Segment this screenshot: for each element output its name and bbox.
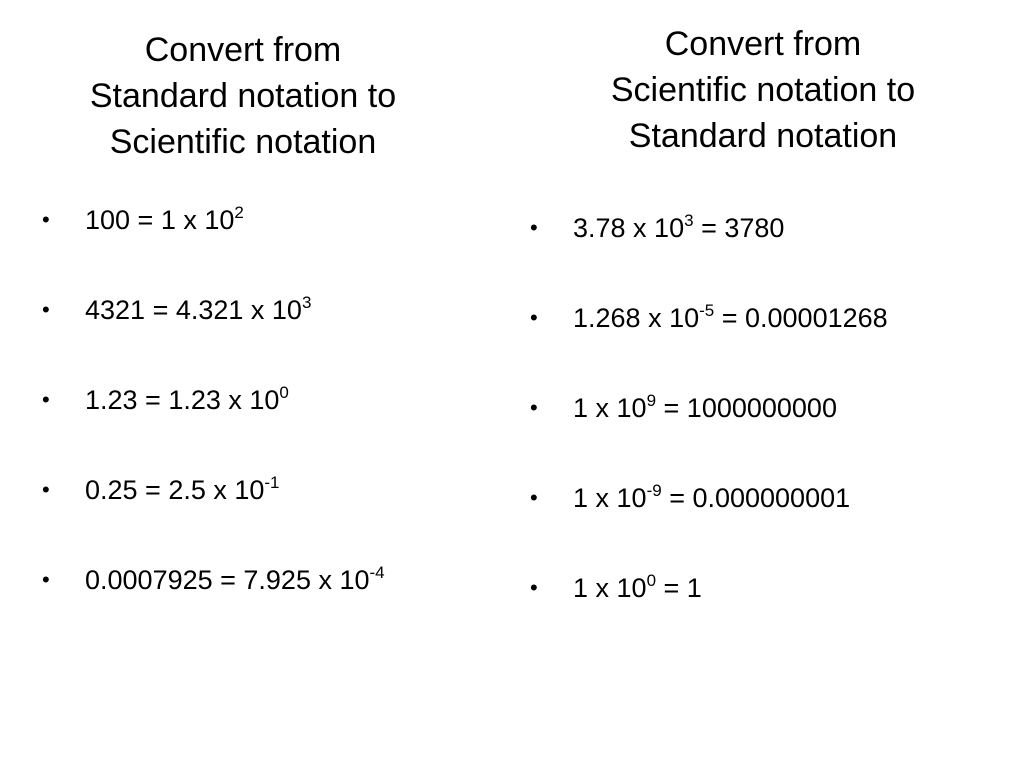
exponent: 3 (301, 293, 312, 312)
equation-base: 3.78 x 10 (573, 213, 685, 243)
exponent: -9 (646, 481, 662, 500)
equation-base: 0.25 = 2.5 x 10 (85, 475, 265, 505)
equation: 1.23 = 1.23 x 100 (85, 380, 289, 420)
exponent: -5 (699, 301, 715, 320)
equation: 3.78 x 103 = 3780 (573, 208, 784, 248)
exponent: 9 (646, 391, 657, 410)
equation: 0.0007925 = 7.925 x 10-4 (85, 560, 385, 600)
equation: 1 x 109 = 1000000000 (573, 388, 837, 428)
equation-base: 1 x 10 (573, 573, 647, 603)
equation-base: 4321 = 4.321 x 10 (85, 295, 302, 325)
equation-result: = 3780 (693, 213, 785, 243)
equation-base: 1.23 = 1.23 x 10 (85, 385, 280, 415)
exponent: -1 (264, 473, 280, 492)
left-heading-line: Scientific notation (109, 123, 377, 161)
equation-result: = 1000000000 (656, 393, 837, 423)
right-heading: Convert from Scientific notation to Stan… (512, 21, 1014, 159)
equation: 0.25 = 2.5 x 10-1 (85, 470, 280, 510)
equation: 1 x 100 = 1 (573, 568, 702, 608)
equation-result: = 1 (656, 573, 702, 603)
equation-base: 1 x 10 (573, 393, 647, 423)
right-heading-line: Convert from (664, 25, 862, 63)
equation-base: 0.0007925 = 7.925 x 10 (85, 565, 370, 595)
exponent: 3 (684, 211, 694, 230)
left-heading: Convert from Standard notation to Scient… (0, 27, 486, 165)
exponent: 2 (234, 203, 244, 222)
equation: 1.268 x 10-5 = 0.00001268 (573, 298, 888, 338)
right-heading-line: Standard notation (628, 117, 898, 155)
left-heading-line: Standard notation to (89, 77, 397, 115)
bullet-icon: • (42, 477, 50, 502)
bullet-icon: • (530, 395, 538, 420)
left-heading-line: Convert from (144, 31, 342, 69)
equation-base: 1.268 x 10 (573, 303, 700, 333)
right-heading-line: Scientific notation to (610, 71, 916, 109)
bullet-icon: • (530, 215, 538, 240)
bullet-icon: • (530, 485, 538, 510)
equation: 1 x 10-9 = 0.000000001 (573, 478, 850, 518)
equation: 4321 = 4.321 x 103 (85, 290, 311, 330)
exponent: 0 (279, 383, 289, 402)
equation-base: 1 x 10 (573, 483, 647, 513)
equation-result: = 0.000000001 (661, 483, 851, 513)
bullet-icon: • (42, 297, 50, 322)
exponent: -4 (369, 563, 385, 582)
bullet-icon: • (42, 207, 50, 232)
exponent: 0 (646, 571, 657, 590)
equation: 100 = 1 x 102 (85, 200, 244, 240)
bullet-icon: • (42, 567, 50, 592)
bullet-icon: • (530, 575, 538, 600)
bullet-icon: • (42, 387, 50, 412)
bullet-icon: • (530, 305, 538, 330)
equation-base: 100 = 1 x 10 (85, 205, 235, 235)
equation-result: = 0.00001268 (714, 303, 888, 333)
